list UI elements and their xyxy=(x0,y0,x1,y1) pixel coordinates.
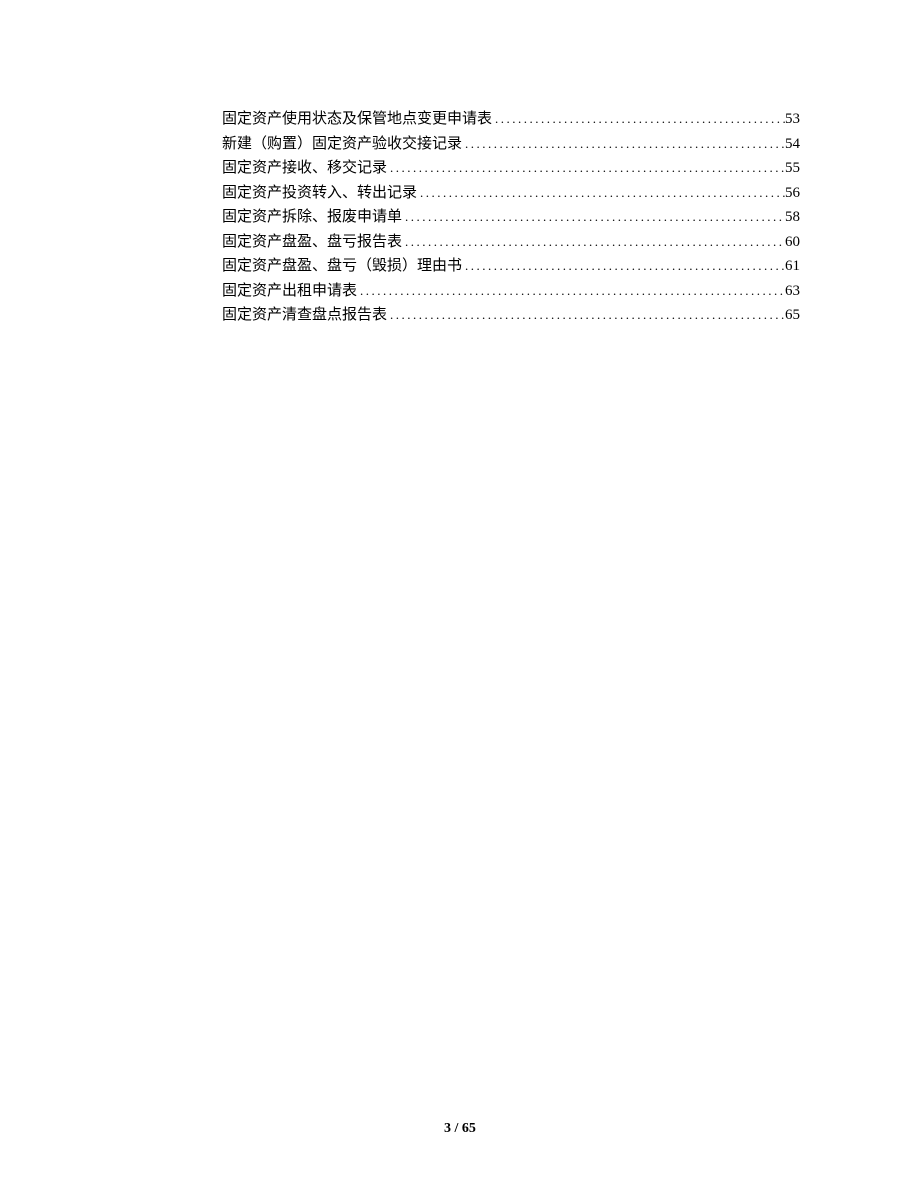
toc-title: 固定资产投资转入、转出记录 xyxy=(222,182,417,206)
toc-title: 固定资产使用状态及保管地点变更申请表 xyxy=(222,108,492,132)
toc-dots xyxy=(402,230,785,254)
toc-title: 固定资产盘盈、盘亏（毁损）理由书 xyxy=(222,255,462,279)
toc-dots xyxy=(492,107,785,131)
toc-page: 65 xyxy=(785,304,800,328)
toc-entry: 固定资产拆除、报废申请单 58 xyxy=(222,205,800,230)
toc-page: 61 xyxy=(785,255,800,279)
toc-entry: 固定资产投资转入、转出记录 56 xyxy=(222,181,800,206)
toc-page: 53 xyxy=(785,108,800,132)
toc-entry: 固定资产接收、移交记录 55 xyxy=(222,156,800,181)
toc-dots xyxy=(417,181,785,205)
toc-title: 固定资产接收、移交记录 xyxy=(222,157,387,181)
toc-entry: 新建（购置）固定资产验收交接记录 54 xyxy=(222,132,800,157)
toc-page: 56 xyxy=(785,182,800,206)
toc-page: 58 xyxy=(785,206,800,230)
toc-page: 60 xyxy=(785,231,800,255)
toc-page: 55 xyxy=(785,157,800,181)
toc-entry: 固定资产使用状态及保管地点变更申请表 53 xyxy=(222,107,800,132)
toc-title: 固定资产出租申请表 xyxy=(222,280,357,304)
toc-entry: 固定资产盘盈、盘亏报告表 60 xyxy=(222,230,800,255)
toc-title: 固定资产盘盈、盘亏报告表 xyxy=(222,231,402,255)
page-indicator: 3 / 65 xyxy=(444,1121,476,1136)
toc-title: 固定资产清查盘点报告表 xyxy=(222,304,387,328)
toc-entry: 固定资产清查盘点报告表 65 xyxy=(222,303,800,328)
toc-title: 新建（购置）固定资产验收交接记录 xyxy=(222,133,462,157)
toc-title: 固定资产拆除、报废申请单 xyxy=(222,206,402,230)
toc-dots xyxy=(462,254,785,278)
toc-dots xyxy=(402,205,785,229)
toc-entry: 固定资产出租申请表 63 xyxy=(222,279,800,304)
toc-content: 固定资产使用状态及保管地点变更申请表 53 新建（购置）固定资产验收交接记录 5… xyxy=(222,107,800,328)
toc-entry: 固定资产盘盈、盘亏（毁损）理由书 61 xyxy=(222,254,800,279)
page-footer: 3 / 65 xyxy=(0,1121,920,1137)
toc-page: 54 xyxy=(785,133,800,157)
toc-dots xyxy=(462,132,785,156)
toc-page: 63 xyxy=(785,280,800,304)
toc-dots xyxy=(387,156,785,180)
toc-dots xyxy=(357,279,785,303)
toc-dots xyxy=(387,303,785,327)
